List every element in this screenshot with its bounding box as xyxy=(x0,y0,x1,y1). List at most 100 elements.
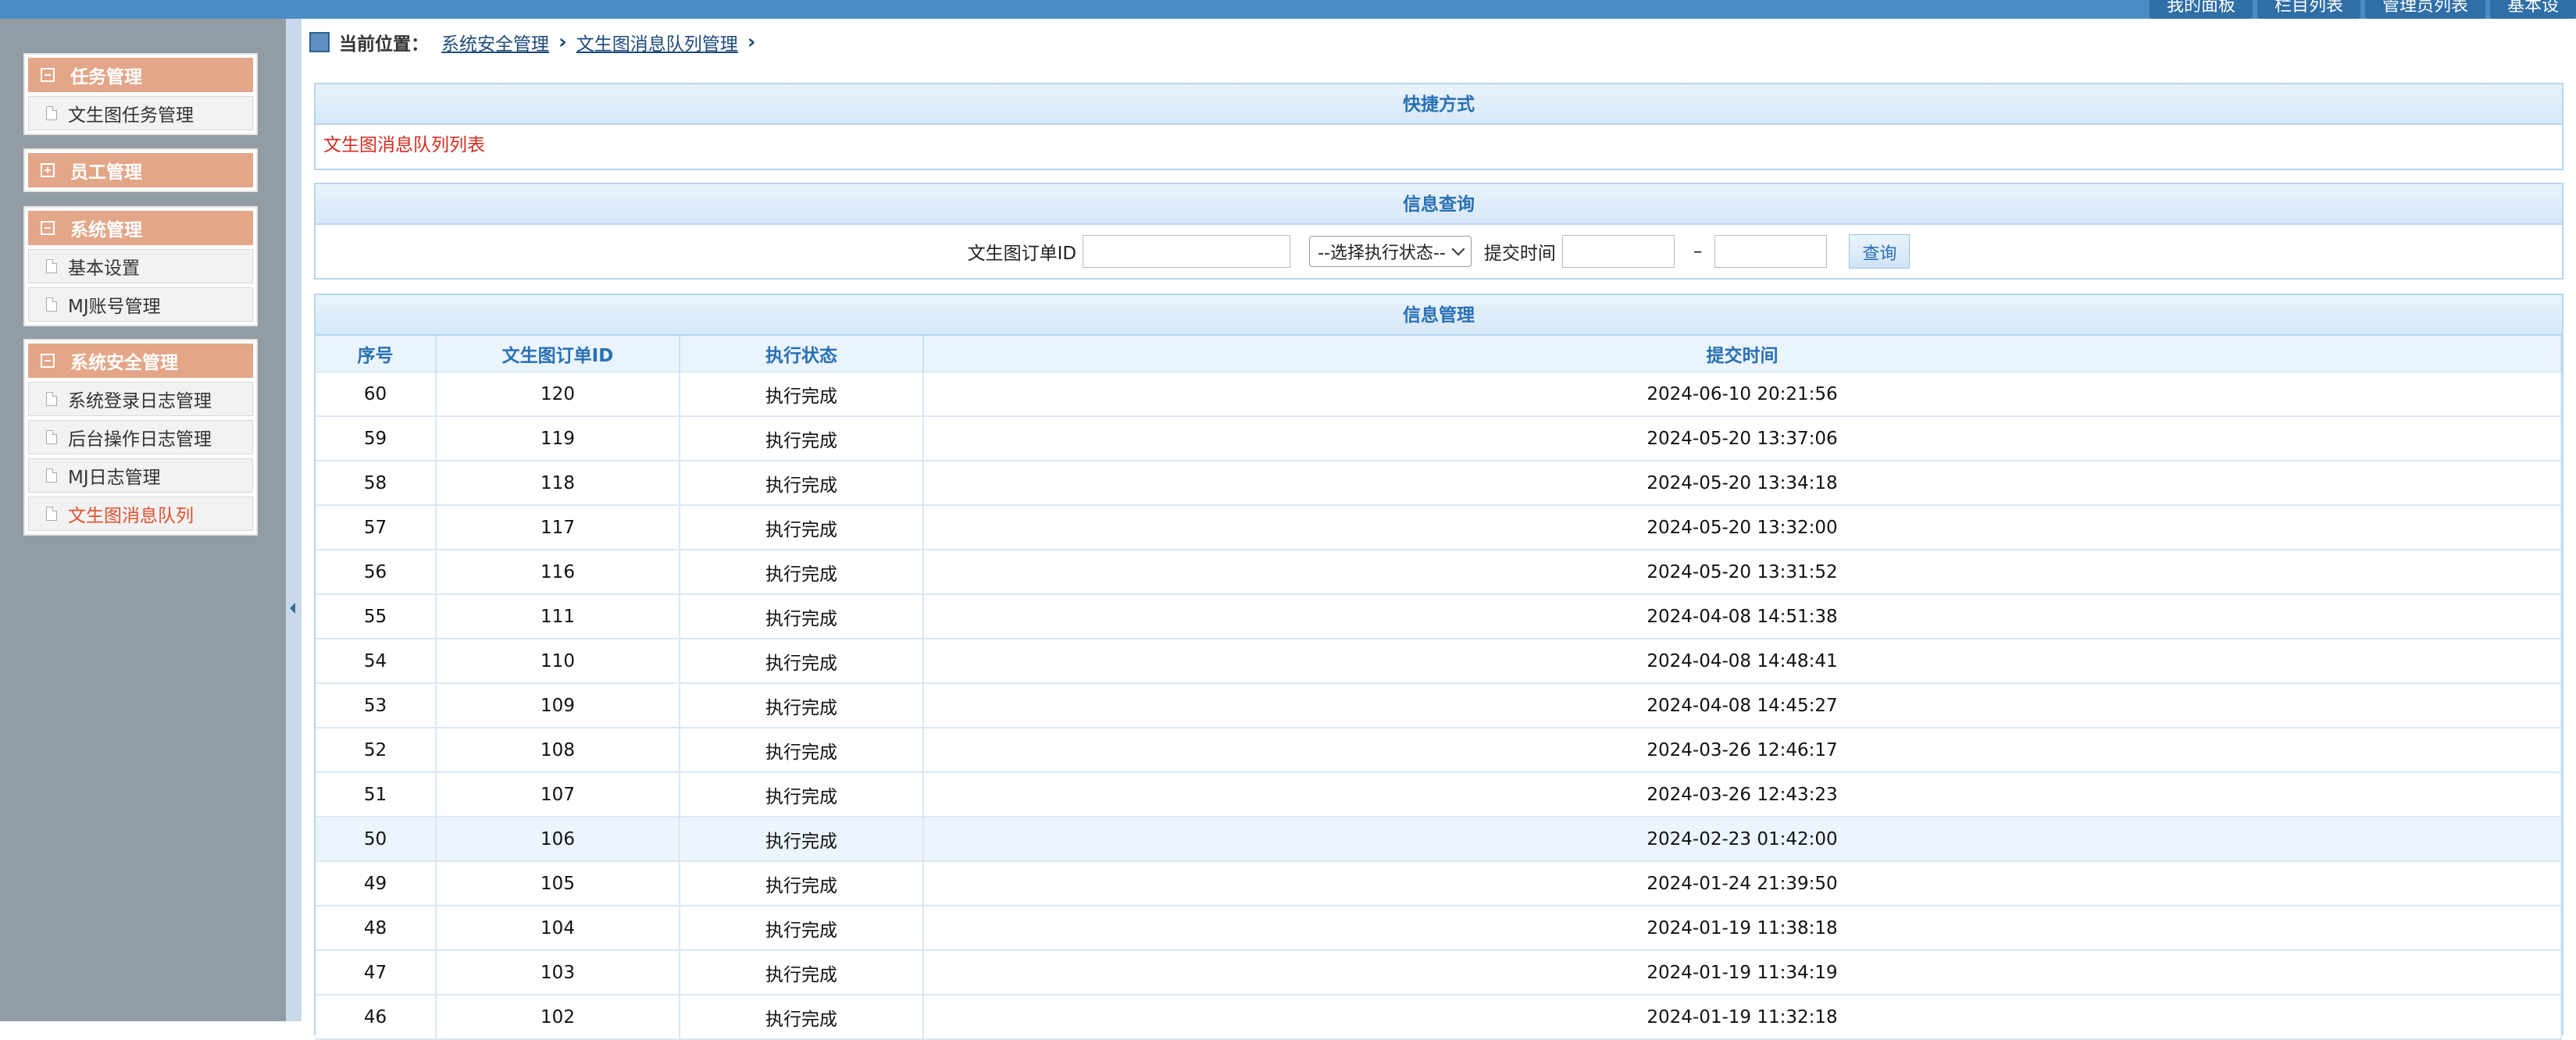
order-id-input[interactable] xyxy=(1083,235,1291,268)
table-row[interactable]: 52 108 执行完成 2024-03-26 12:46:17 xyxy=(316,728,2562,773)
col-header-index: 序号 xyxy=(316,336,437,372)
table-row[interactable]: 49 105 执行完成 2024-01-24 21:39:50 xyxy=(316,861,2562,906)
top-bar: 我的面板 栏目列表 管理员列表 基本设 xyxy=(0,0,2576,20)
cell-status: 执行完成 xyxy=(680,416,924,461)
sidebar-item-label: 基本设置 xyxy=(68,258,140,279)
sidebar-item-text2img-queue[interactable]: 文生图消息队列 xyxy=(28,497,253,531)
menu-header-label: 系统管理 xyxy=(70,220,142,240)
cell-status: 执行完成 xyxy=(680,817,924,862)
cell-order-id: 103 xyxy=(436,950,680,995)
breadcrumb-link-security[interactable]: 系统安全管理 xyxy=(441,29,549,55)
status-select[interactable]: --选择执行状态-- xyxy=(1309,236,1472,267)
topnav-my-panel[interactable]: 我的面板 xyxy=(2149,0,2253,19)
cell-order-id: 104 xyxy=(436,906,680,951)
table-row[interactable]: 50 106 执行完成 2024-02-23 01:42:00 xyxy=(316,817,2562,862)
cell-order-id: 107 xyxy=(436,772,680,817)
sidebar-item-basic-settings[interactable]: 基本设置 xyxy=(28,249,253,283)
table-row[interactable]: 51 107 执行完成 2024-03-26 12:43:23 xyxy=(316,772,2562,817)
sidebar-item-label: 后台操作日志管理 xyxy=(68,429,212,450)
sidebar-item-label: 系统登录日志管理 xyxy=(68,391,212,411)
menu-header-task[interactable]: 任务管理 xyxy=(28,58,253,92)
query-button[interactable]: 查询 xyxy=(1849,234,1911,269)
end-time-input[interactable] xyxy=(1714,235,1828,268)
queue-table: 序号 文生图订单ID 执行状态 提交时间 60 120 执行完成 2024-06-10… xyxy=(316,336,2562,1040)
menu-header-label: 任务管理 xyxy=(70,67,142,87)
topnav-basic-settings[interactable]: 基本设 xyxy=(2489,0,2576,19)
topnav-admin-list[interactable]: 管理员列表 xyxy=(2364,0,2485,19)
shortcut-link-queue-list[interactable]: 文生图消息队列列表 xyxy=(316,125,2562,166)
menu-group-staff: 员工管理 xyxy=(23,148,258,192)
date-range-dash: – xyxy=(1693,241,1703,262)
sidebar-item-operation-logs[interactable]: 后台操作日志管理 xyxy=(28,420,253,454)
cell-order-id: 119 xyxy=(436,416,680,461)
table-row[interactable]: 58 118 执行完成 2024-05-20 13:34:18 xyxy=(316,461,2562,506)
col-header-order-id: 文生图订单ID xyxy=(436,336,680,372)
table-row[interactable]: 56 116 执行完成 2024-05-20 13:31:52 xyxy=(316,550,2562,595)
breadcrumb-label: 当前位置： xyxy=(339,34,429,55)
table-row[interactable]: 48 104 执行完成 2024-01-19 11:38:18 xyxy=(316,906,2562,951)
cell-status: 执行完成 xyxy=(680,505,924,550)
cell-status: 执行完成 xyxy=(680,372,924,417)
table-row[interactable]: 46 102 执行完成 2024-01-19 11:32:18 xyxy=(316,995,2562,1040)
cell-status: 执行完成 xyxy=(680,861,924,906)
sidebar-item-mj-accounts[interactable]: MJ账号管理 xyxy=(28,287,253,322)
document-icon xyxy=(46,430,57,444)
sidebar-item-mj-logs[interactable]: MJ日志管理 xyxy=(28,458,253,493)
cell-status: 执行完成 xyxy=(680,683,924,728)
start-time-input[interactable] xyxy=(1561,235,1675,268)
cell-index: 53 xyxy=(316,683,437,728)
cell-submit-time: 2024-04-08 14:45:27 xyxy=(923,683,2562,728)
menu-group-task: 任务管理 文生图任务管理 xyxy=(23,53,258,135)
cell-index: 56 xyxy=(316,550,437,595)
table-row[interactable]: 47 103 执行完成 2024-01-19 11:34:19 xyxy=(316,950,2562,995)
cell-status: 执行完成 xyxy=(680,728,924,773)
table-row[interactable]: 57 117 执行完成 2024-05-20 13:32:00 xyxy=(316,505,2562,550)
document-icon xyxy=(46,297,57,312)
document-icon xyxy=(46,507,57,521)
menu-header-label: 员工管理 xyxy=(70,162,142,183)
menu-header-security[interactable]: 系统安全管理 xyxy=(28,344,253,378)
cell-index: 57 xyxy=(316,505,437,550)
collapse-icon xyxy=(41,354,55,368)
cell-status: 执行完成 xyxy=(680,950,924,995)
menu-group-security: 系统安全管理 系统登录日志管理 后台操作日志管理 MJ日志管理 文生图消息队列 xyxy=(23,339,258,536)
cell-submit-time: 2024-01-19 11:38:18 xyxy=(923,906,2562,951)
cell-submit-time: 2024-06-10 20:21:56 xyxy=(923,372,2562,417)
cell-index: 49 xyxy=(316,861,437,906)
cell-index: 50 xyxy=(316,817,437,862)
table-row[interactable]: 59 119 执行完成 2024-05-20 13:37:06 xyxy=(316,416,2562,461)
collapse-left-icon xyxy=(290,603,295,614)
shortcut-panel-title: 快捷方式 xyxy=(316,84,2562,125)
cell-submit-time: 2024-03-26 12:46:17 xyxy=(923,728,2562,773)
collapse-icon xyxy=(41,221,55,235)
sidebar-item-login-logs[interactable]: 系统登录日志管理 xyxy=(28,382,253,416)
main-content: 当前位置： 系统安全管理 › 文生图消息队列管理 › 快捷方式 文生图消息队列列… xyxy=(301,19,2576,1040)
topnav-column-list[interactable]: 栏目列表 xyxy=(2257,0,2360,19)
cell-index: 47 xyxy=(316,950,437,995)
cell-status: 执行完成 xyxy=(680,995,924,1040)
cell-order-id: 118 xyxy=(436,461,680,506)
table-header-row: 序号 文生图订单ID 执行状态 提交时间 xyxy=(316,336,2562,372)
sidebar-item-label: MJ账号管理 xyxy=(68,297,161,317)
info-panel-title: 信息管理 xyxy=(316,295,2562,336)
table-row[interactable]: 54 110 执行完成 2024-04-08 14:48:41 xyxy=(316,639,2562,684)
menu-header-staff[interactable]: 员工管理 xyxy=(28,153,253,187)
cell-submit-time: 2024-05-20 13:31:52 xyxy=(923,550,2562,595)
cell-status: 执行完成 xyxy=(680,594,924,639)
sidebar-toggle-strip[interactable] xyxy=(286,19,301,1021)
collapse-icon xyxy=(41,68,55,82)
cell-status: 执行完成 xyxy=(680,639,924,684)
breadcrumb-link-queue[interactable]: 文生图消息队列管理 xyxy=(576,29,738,55)
expand-icon xyxy=(41,163,55,177)
sidebar-item-text2img-tasks[interactable]: 文生图任务管理 xyxy=(28,96,253,130)
menu-header-system[interactable]: 系统管理 xyxy=(28,211,253,245)
cell-order-id: 102 xyxy=(436,995,680,1040)
document-icon xyxy=(46,468,57,483)
table-row[interactable]: 53 109 执行完成 2024-04-08 14:45:27 xyxy=(316,683,2562,728)
cell-status: 执行完成 xyxy=(680,906,924,951)
table-body: 60 120 执行完成 2024-06-10 20:21:56 59 119 执行完成 202… xyxy=(316,372,2562,1040)
table-row[interactable]: 60 120 执行完成 2024-06-10 20:21:56 xyxy=(316,372,2562,417)
table-row[interactable]: 55 111 执行完成 2024-04-08 14:51:38 xyxy=(316,594,2562,639)
cell-order-id: 106 xyxy=(436,817,680,862)
cell-submit-time: 2024-05-20 13:34:18 xyxy=(923,461,2562,506)
